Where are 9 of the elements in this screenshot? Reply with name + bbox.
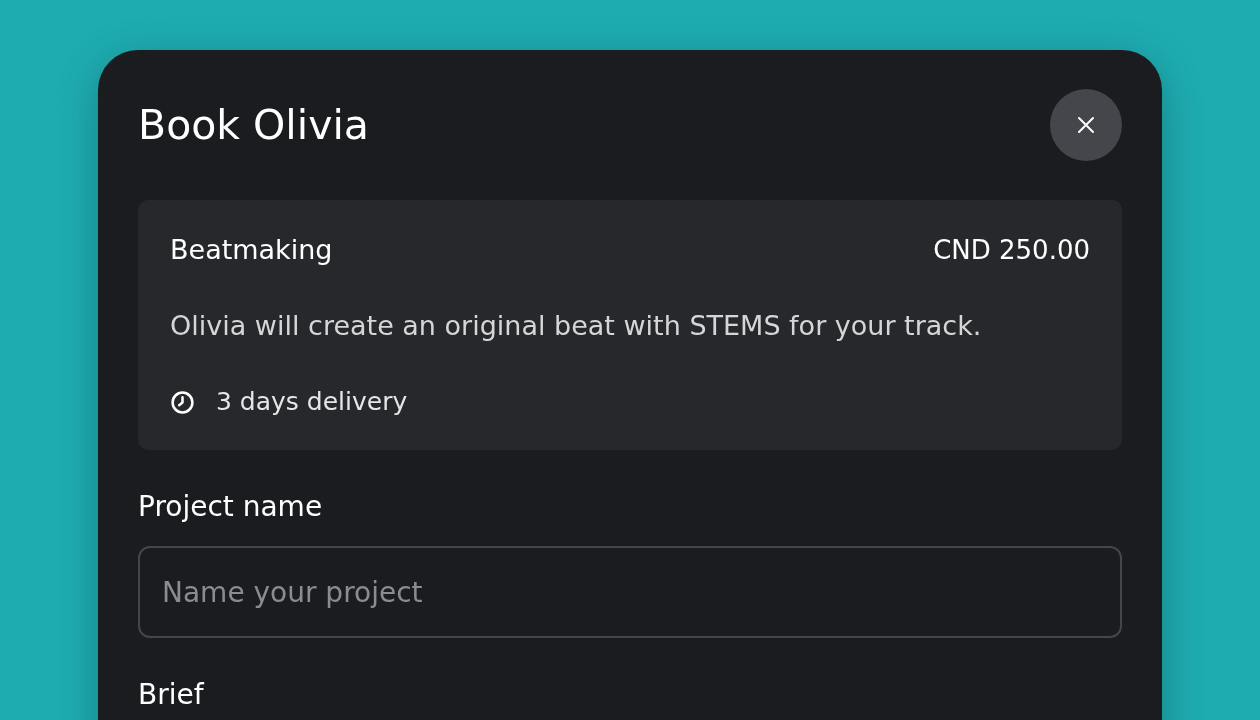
dialog-title: Book Olivia	[138, 100, 369, 151]
field-label: Project name	[138, 489, 323, 525]
delivery-time: 3 days delivery	[216, 386, 408, 418]
text-input-field[interactable]: Name your project	[138, 546, 1122, 638]
field-label: Brief	[138, 677, 204, 713]
service-name: Beatmaking	[170, 233, 333, 267]
service-price: CND 250.00	[933, 234, 1090, 267]
clock-icon	[170, 389, 195, 415]
service-description: Olivia will create an original beat with STEMS for your track.	[170, 309, 983, 343]
